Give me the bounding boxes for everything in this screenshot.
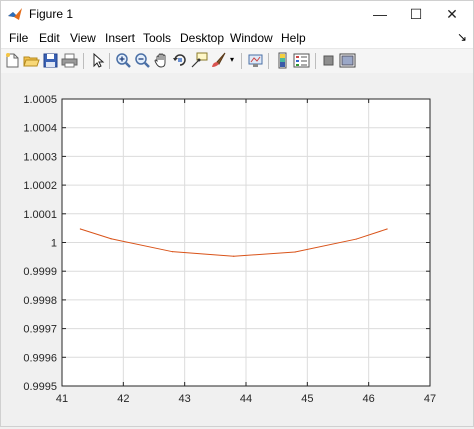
data-point[interactable] xyxy=(79,228,81,230)
y-tick-label: 0.9997 xyxy=(23,324,57,336)
menu-file[interactable]: File xyxy=(9,31,28,45)
new-figure-icon[interactable] xyxy=(4,52,21,69)
figure-canvas: 41 42 43 44 45 46 47 0.9995 0.9996 0.9997 0.9998 0.… xyxy=(1,73,473,426)
hide-plot-tools-icon[interactable] xyxy=(320,52,337,69)
rotate-3d-icon[interactable] xyxy=(172,52,189,69)
zoom-in-icon[interactable] xyxy=(115,52,132,69)
colorbar-icon[interactable] xyxy=(274,52,291,69)
toolbar-separator xyxy=(268,53,269,69)
toolbar-separator xyxy=(109,53,110,69)
brush-dropdown-icon[interactable]: ▾ xyxy=(230,55,234,64)
menu-bar: File Edit View Insert Tools Desktop Wind… xyxy=(1,28,473,48)
y-tick-label: 1.0005 xyxy=(23,94,57,106)
toolbar-separator xyxy=(241,53,242,69)
y-tick-label: 0.9999 xyxy=(23,266,57,278)
y-tick-label: 1 xyxy=(51,238,57,250)
y-tick-label: 0.9998 xyxy=(23,295,57,307)
data-point[interactable] xyxy=(110,238,112,240)
legend-icon[interactable] xyxy=(293,52,310,69)
menu-window[interactable]: Window xyxy=(230,31,273,45)
menu-help[interactable]: Help xyxy=(281,31,306,45)
minimize-button[interactable]: — xyxy=(362,1,398,27)
y-tick-label: 0.9995 xyxy=(23,381,57,393)
dock-arrow-icon[interactable]: ↘ xyxy=(457,30,467,44)
y-tick-label: 1.0004 xyxy=(23,123,57,135)
menu-edit[interactable]: Edit xyxy=(39,31,60,45)
show-plot-tools-icon[interactable] xyxy=(339,52,356,69)
y-tick-label: 1.0001 xyxy=(23,209,57,221)
y-tick-label: 1.0003 xyxy=(23,151,57,163)
toolbar-separator xyxy=(83,53,84,69)
brush-icon[interactable] xyxy=(210,52,227,69)
figure-toolbar: ▾ xyxy=(1,48,473,74)
menu-view[interactable]: View xyxy=(70,31,96,45)
zoom-out-icon[interactable] xyxy=(134,52,151,69)
data-point[interactable] xyxy=(355,238,357,240)
x-tick-label: 46 xyxy=(363,393,375,405)
data-point[interactable] xyxy=(233,255,235,257)
title-bar: Figure 1 — ☐ ✕ xyxy=(1,1,473,27)
y-tick-label: 0.9996 xyxy=(23,352,57,364)
data-point[interactable] xyxy=(294,251,296,253)
close-button[interactable]: ✕ xyxy=(434,1,470,27)
data-point[interactable] xyxy=(171,251,173,253)
print-icon[interactable] xyxy=(61,52,78,69)
x-tick-label: 42 xyxy=(117,393,129,405)
maximize-button[interactable]: ☐ xyxy=(398,1,434,27)
x-tick-label: 45 xyxy=(301,393,313,405)
menu-desktop[interactable]: Desktop xyxy=(180,31,224,45)
x-tick-label: 47 xyxy=(424,393,436,405)
y-tick-label: 1.0002 xyxy=(23,180,57,192)
toolbar-separator xyxy=(315,53,316,69)
open-file-icon[interactable] xyxy=(23,52,40,69)
matlab-logo-icon xyxy=(8,8,22,20)
menu-insert[interactable]: Insert xyxy=(105,31,135,45)
pan-hand-icon[interactable] xyxy=(153,52,170,69)
x-tick-label: 44 xyxy=(240,393,252,405)
figure-window: Figure 1 — ☐ ✕ File Edit View Insert Too… xyxy=(0,0,474,427)
data-point[interactable] xyxy=(386,228,388,230)
link-plot-icon[interactable] xyxy=(247,52,264,69)
menu-tools[interactable]: Tools xyxy=(143,31,171,45)
data-cursor-icon[interactable] xyxy=(191,52,208,69)
save-icon[interactable] xyxy=(42,52,59,69)
x-tick-label: 43 xyxy=(179,393,191,405)
window-title: Figure 1 xyxy=(29,7,74,21)
line-plot[interactable]: 41 42 43 44 45 46 47 0.9995 0.9996 0.9997 0.9998 0.… xyxy=(1,73,473,426)
edit-plot-arrow-icon[interactable] xyxy=(89,52,106,69)
x-tick-label: 41 xyxy=(56,393,68,405)
